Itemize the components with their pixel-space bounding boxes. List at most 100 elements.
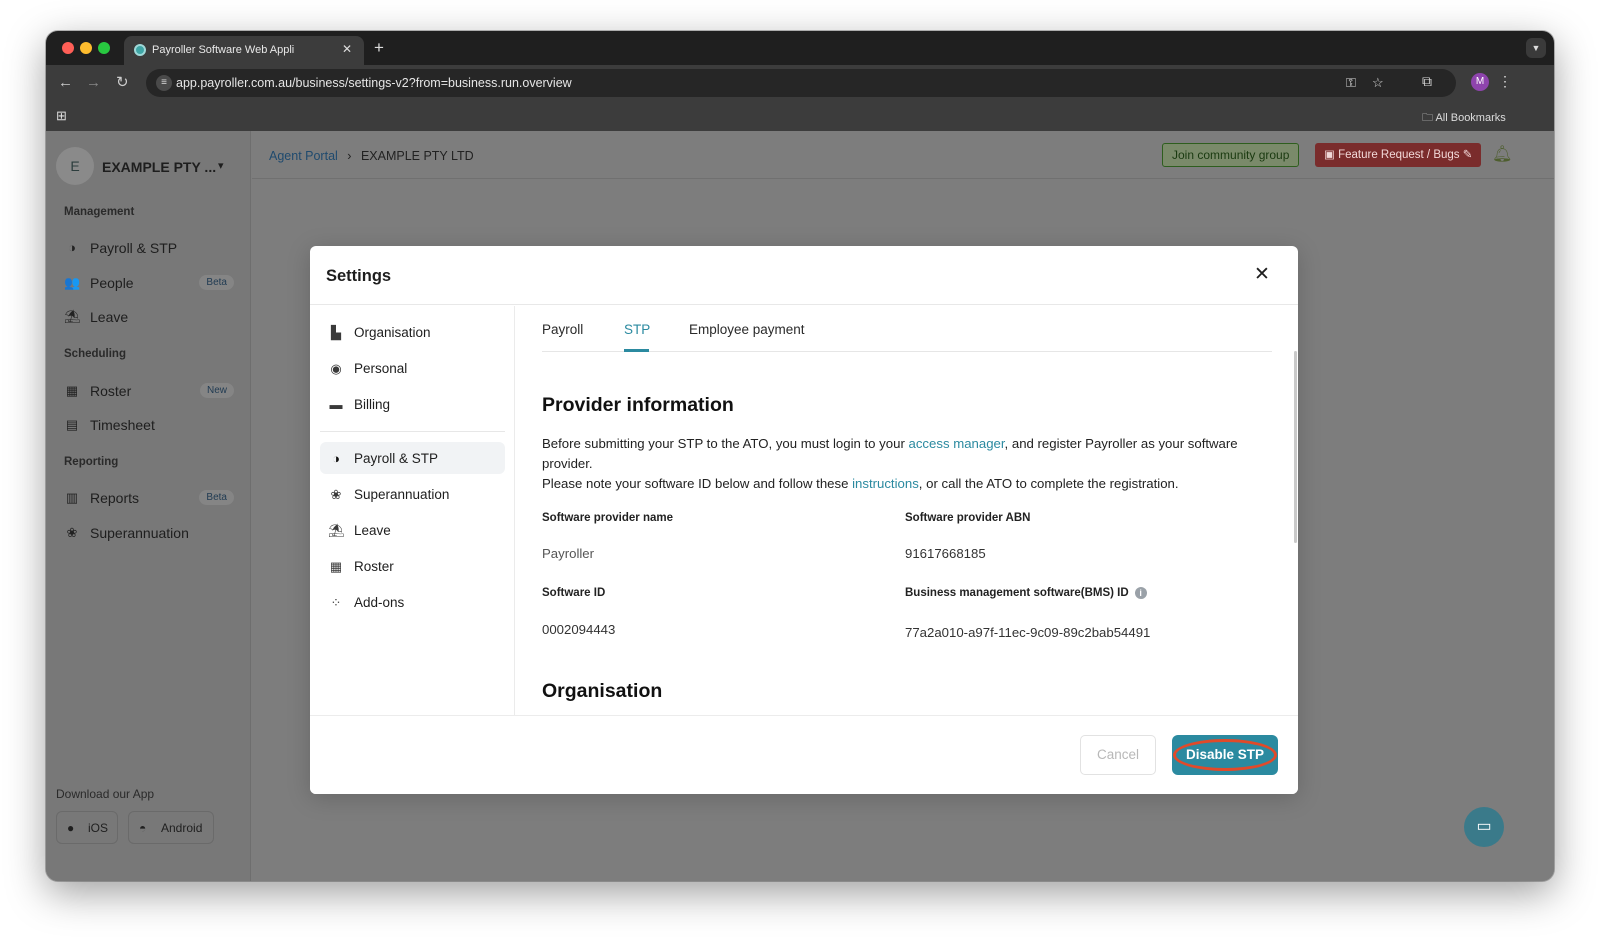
bms-id-value: 77a2a010-a97f-11ec-9c09-89c2bab54491 bbox=[905, 625, 1151, 640]
settings-nav-label: Superannuation bbox=[354, 487, 450, 502]
reports-icon: ▥ bbox=[65, 490, 79, 505]
tab-search-icon[interactable]: ▼ bbox=[1526, 38, 1546, 58]
sidebar-item-timesheet[interactable]: ▤ Timesheet bbox=[64, 413, 234, 437]
modal-footer: Cancel Disable STP bbox=[310, 715, 1298, 794]
company-avatar: E bbox=[56, 147, 94, 185]
people-icon: 👥 bbox=[64, 275, 81, 290]
breadcrumb-agent-portal[interactable]: Agent Portal bbox=[269, 149, 338, 163]
payroller-favicon-icon bbox=[134, 44, 146, 56]
ios-app-button[interactable]: ● iOS bbox=[56, 811, 118, 844]
settings-nav-payroll-stp[interactable]: ◑ Payroll & STP bbox=[320, 442, 505, 474]
back-icon[interactable]: ← bbox=[58, 73, 73, 93]
settings-nav-divider bbox=[320, 431, 505, 432]
settings-nav-label: Organisation bbox=[354, 325, 431, 340]
download-app-label: Download our App bbox=[56, 787, 155, 801]
roster-icon: ▦ bbox=[65, 383, 79, 398]
android-icon: ◓ bbox=[139, 821, 147, 835]
bell-icon[interactable]: 🔔︎ bbox=[1492, 144, 1512, 164]
settings-nav-roster[interactable]: ▦ Roster bbox=[320, 550, 505, 582]
sidebar-item-people[interactable]: 👥 People Beta bbox=[64, 271, 234, 295]
sidebar-item-superannuation[interactable]: ❀ Superannuation bbox=[64, 521, 234, 545]
feature-request-label: Feature Request / Bugs bbox=[1338, 149, 1460, 161]
settings-nav-label: Billing bbox=[354, 397, 391, 412]
ios-label: iOS bbox=[88, 821, 109, 835]
settings-content: Payroll STP Employee payment Provider in… bbox=[516, 306, 1298, 716]
sidebar-item-label: People bbox=[90, 275, 134, 291]
sidebar-item-payroll-stp[interactable]: ◑ Payroll & STP bbox=[64, 236, 234, 260]
bms-id-label: Business management software(BMS) ID bbox=[905, 587, 1129, 599]
settings-tabs: Payroll STP Employee payment bbox=[542, 306, 1272, 352]
close-icon[interactable]: ✕ bbox=[1254, 264, 1270, 286]
chat-launcher-icon[interactable]: ▭ bbox=[1464, 807, 1504, 847]
content-scrollbar[interactable] bbox=[1294, 351, 1297, 543]
user-circle-icon: ◉ bbox=[330, 361, 342, 376]
info-icon[interactable]: i bbox=[1134, 587, 1147, 599]
settings-nav-add-ons[interactable]: ⁘ Add-ons bbox=[320, 586, 505, 618]
tab-payroll[interactable]: Payroll bbox=[542, 322, 583, 337]
breadcrumb-chevron-icon: › bbox=[347, 149, 352, 163]
address-bar[interactable]: ≡ app.payroller.com.au/business/settings… bbox=[146, 69, 1456, 97]
browser-menu-icon[interactable]: ⋮ bbox=[1498, 73, 1512, 90]
sidebar-item-reports[interactable]: ▥ Reports Beta bbox=[64, 486, 234, 510]
settings-nav-label: Leave bbox=[354, 523, 391, 538]
modal-header: Settings ✕ bbox=[310, 246, 1298, 305]
settings-nav-label: Roster bbox=[354, 559, 394, 574]
settings-nav-organisation[interactable]: ▙ Organisation bbox=[320, 316, 505, 348]
access-manager-link[interactable]: access manager bbox=[909, 436, 1005, 451]
superannuation-icon: ❀ bbox=[66, 525, 78, 540]
settings-nav-leave[interactable]: ⛱ Leave bbox=[320, 514, 505, 546]
tab-stp[interactable]: STP bbox=[624, 322, 650, 337]
organisation-icon: ▙ bbox=[331, 325, 341, 340]
close-window-icon[interactable] bbox=[62, 42, 74, 54]
top-bar: Agent Portal › EXAMPLE PTY LTD Join comm… bbox=[252, 131, 1554, 179]
folder-icon: 🗀 bbox=[1422, 112, 1433, 124]
leave-icon: ⛱ bbox=[328, 523, 345, 538]
cancel-button[interactable]: Cancel bbox=[1080, 735, 1156, 775]
instructions-link[interactable]: instructions bbox=[852, 476, 919, 491]
settings-modal: Settings ✕ ▙ Organisation ◉ Personal ▬ B… bbox=[310, 246, 1298, 794]
apps-grid-icon[interactable]: ⊞ bbox=[56, 108, 67, 124]
sidebar-item-label: Superannuation bbox=[90, 525, 189, 541]
join-community-button[interactable]: Join community group bbox=[1162, 143, 1300, 167]
superannuation-icon: ❀ bbox=[330, 487, 342, 502]
sidebar-item-leave[interactable]: ⛱ Leave bbox=[64, 305, 234, 329]
close-tab-icon[interactable]: ✕ bbox=[342, 42, 352, 56]
grid-icon: ⁘ bbox=[330, 595, 342, 610]
leave-icon: ⛱ bbox=[64, 309, 81, 324]
disable-stp-button[interactable]: Disable STP bbox=[1172, 735, 1278, 775]
android-app-button[interactable]: ◓ Android bbox=[128, 811, 214, 844]
site-settings-icon[interactable]: ≡ bbox=[156, 75, 172, 91]
sidebar-item-roster[interactable]: ▦ Roster New bbox=[64, 379, 234, 403]
browser-tab-title: Payroller Software Web Appli bbox=[152, 44, 295, 56]
profile-avatar[interactable]: M bbox=[1471, 73, 1489, 91]
app-area: E EXAMPLE PTY ... ▾ Management ◑ Payroll… bbox=[46, 131, 1554, 881]
settings-nav: ▙ Organisation ◉ Personal ▬ Billing ◑ Pa… bbox=[310, 306, 515, 716]
minimize-window-icon[interactable] bbox=[80, 42, 92, 54]
section-management: Management bbox=[64, 206, 135, 218]
provider-abn-label: Software provider ABN bbox=[905, 512, 1031, 524]
maximize-window-icon[interactable] bbox=[98, 42, 110, 54]
tab-strip: Payroller Software Web Appli ✕ + ▼ bbox=[46, 31, 1554, 65]
all-bookmarks[interactable]: 🗀 All Bookmarks bbox=[1422, 109, 1506, 128]
timesheet-icon: ▤ bbox=[65, 417, 79, 432]
new-tab-icon[interactable]: + bbox=[374, 38, 384, 58]
company-switcher[interactable]: E EXAMPLE PTY ... ▾ bbox=[56, 147, 236, 187]
payroll-icon: ◑ bbox=[332, 451, 340, 466]
software-id-label: Software ID bbox=[542, 587, 606, 599]
reload-icon[interactable]: ↻ bbox=[116, 73, 129, 93]
forward-icon[interactable]: → bbox=[86, 73, 101, 93]
feature-request-button[interactable]: ▣ Feature Request / Bugs ✎ bbox=[1315, 143, 1482, 167]
browser-toolbar: ← → ↻ ≡ app.payroller.com.au/business/se… bbox=[46, 65, 1554, 101]
tab-employee-payment[interactable]: Employee payment bbox=[689, 322, 805, 337]
settings-nav-superannuation[interactable]: ❀ Superannuation bbox=[320, 478, 505, 510]
sidebar-item-label: Timesheet bbox=[90, 417, 155, 433]
settings-nav-billing[interactable]: ▬ Billing bbox=[320, 388, 505, 420]
all-bookmarks-label: All Bookmarks bbox=[1435, 112, 1506, 124]
extensions-icon[interactable]: ⧉ bbox=[1422, 73, 1432, 90]
settings-nav-personal[interactable]: ◉ Personal bbox=[320, 352, 505, 384]
url-text[interactable]: app.payroller.com.au/business/settings-v… bbox=[176, 76, 572, 90]
browser-tab[interactable]: Payroller Software Web Appli ✕ bbox=[124, 36, 364, 65]
bookmark-star-icon[interactable]: ☆ bbox=[1372, 75, 1384, 91]
active-tab-underline bbox=[624, 349, 649, 352]
password-key-icon[interactable]: ⚿ bbox=[1346, 75, 1356, 91]
